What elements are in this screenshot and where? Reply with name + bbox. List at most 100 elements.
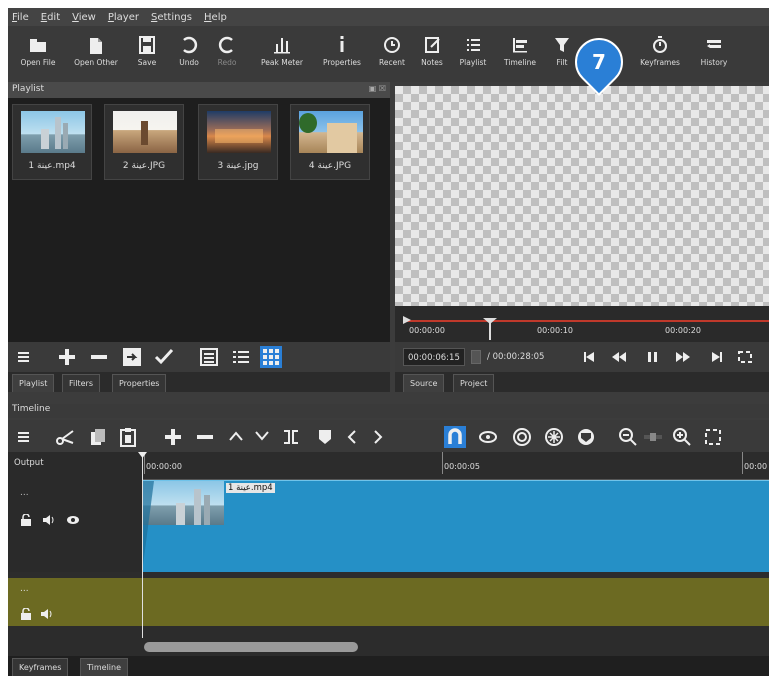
open-other-label: Open Other [74,58,118,67]
zoom-slider-handle[interactable] [650,433,656,441]
position-timecode[interactable]: 00:00:06:15 [403,348,465,366]
overwrite-icon[interactable] [254,430,270,442]
menu-bar: File Edit View Player Settings Help [8,8,769,26]
mute-icon[interactable] [42,514,56,526]
timeline-ruler[interactable]: 00:00:00 00:00:05 00:00 [142,452,769,480]
timecode-spinner[interactable] [471,350,481,364]
marker-icon[interactable] [318,429,332,445]
video-clip[interactable]: عينة 1.mp4 [142,480,769,573]
ripple-icon[interactable] [512,427,532,447]
timeline-toolbar [8,420,769,452]
tab-playlist[interactable]: Playlist [12,374,55,392]
menu-settings[interactable]: Settings [151,12,192,23]
zoom-icon[interactable] [737,350,753,364]
panel-float-close-icons[interactable]: ▣ ☒ [369,84,386,93]
previous-marker-icon[interactable] [346,430,358,444]
history-toolbar-button[interactable]: History [694,30,734,67]
check-icon[interactable] [154,348,174,366]
lock-open-icon[interactable] [20,514,32,526]
tab-timeline[interactable]: Timeline [80,658,129,676]
clip-thumbnail [113,111,177,153]
update-icon[interactable] [122,347,142,367]
list-icon [467,39,480,51]
pause-icon[interactable] [647,351,659,363]
timeline-menu-icon[interactable] [18,430,32,444]
keyframes-toolbar-label: Keyframes [640,58,680,67]
cut-icon[interactable] [56,428,74,446]
eye-icon[interactable] [66,514,80,526]
menu-icon[interactable] [18,350,32,364]
tab-keyframes[interactable]: Keyframes [12,658,69,676]
copy-icon[interactable] [90,428,106,446]
timeline-scrollbar-thumb[interactable] [144,642,358,652]
zoom-out-icon[interactable] [618,427,638,447]
filters-toolbar-button[interactable]: Filt [550,30,574,67]
audio-track-name: ... [20,584,29,594]
timeline-toolbar-button[interactable]: Timeline [500,30,540,67]
remove-icon[interactable] [90,348,108,366]
open-file-label: Open File [20,58,56,67]
tab-filters[interactable]: Filters [62,374,100,392]
append-icon[interactable] [164,428,182,446]
save-button[interactable]: Save [134,30,160,67]
skip-previous-icon[interactable] [583,351,595,363]
menu-file[interactable]: File [12,12,29,23]
menu-player[interactable]: Player [108,12,139,23]
properties-label: Properties [323,58,361,67]
fast-forward-icon[interactable] [675,351,691,363]
ripple-delete-icon[interactable] [196,428,214,446]
timeline-tick: 00:00:05 [442,452,480,474]
open-other-button[interactable]: Open Other [68,30,124,67]
playlist-clip[interactable]: 4 عينة.JPG [290,104,370,180]
stopwatch-icon [653,36,667,53]
zoom-in-icon[interactable] [672,427,692,447]
timeline-playhead[interactable] [142,452,143,638]
scrub-icon[interactable] [478,429,498,445]
redo-button[interactable]: Redo [214,30,240,67]
keyframes-toolbar-button[interactable]: Keyframes [636,30,684,67]
rewind-icon[interactable] [611,351,627,363]
notes-button[interactable]: Notes [418,30,446,67]
viewer-ruler[interactable]: 00:00:00 00:00:10 00:00:20 [395,306,769,342]
timeline-scrollbar[interactable] [142,638,769,656]
open-file-button[interactable]: Open File [16,30,60,67]
playlist-toolbar-button[interactable]: Playlist [456,30,490,67]
playlist-controls [8,342,390,372]
tab-properties[interactable]: Properties [112,374,167,392]
icon-view-icon[interactable] [260,346,282,368]
clip-name: 2 عينة.JPG [122,161,166,171]
playlist-clip[interactable]: 2 عينة.JPG [104,104,184,180]
zoom-slider[interactable] [644,433,662,441]
skip-next-icon[interactable] [711,351,723,363]
in-point-marker[interactable] [403,316,411,324]
audio-track[interactable]: ... [8,578,769,626]
timeline-toolbar-label: Timeline [504,58,536,67]
playlist-clip[interactable]: 1 عينة.mp4 [12,104,92,180]
snap-icon[interactable] [444,426,466,448]
ripple-all-tracks-icon[interactable] [544,427,564,447]
details-view-icon[interactable] [200,348,218,366]
lock-open-icon[interactable] [20,608,32,620]
audio-track-header: ... [8,578,142,626]
zoom-fit-icon[interactable] [704,428,722,446]
undo-icon [183,36,198,54]
next-marker-icon[interactable] [372,430,384,444]
properties-button[interactable]: Properties [318,30,366,67]
tab-source[interactable]: Source [403,374,445,392]
lift-icon[interactable] [228,430,244,442]
mute-icon[interactable] [40,608,54,620]
folder-icon [30,39,46,52]
playlist-clip[interactable]: 3 عينة.jpg [198,104,278,180]
split-icon[interactable] [282,428,300,446]
paste-icon[interactable] [120,427,136,447]
add-icon[interactable] [58,348,76,366]
menu-edit[interactable]: Edit [41,12,60,23]
ripple-markers-icon[interactable] [576,427,596,447]
peak-meter-button[interactable]: Peak Meter [258,30,306,67]
tab-project[interactable]: Project [453,374,495,392]
list-view-icon[interactable] [232,348,250,366]
menu-help[interactable]: Help [204,12,227,23]
recent-button[interactable]: Recent [376,30,408,67]
undo-button[interactable]: Undo [176,30,202,67]
menu-view[interactable]: View [72,12,96,23]
